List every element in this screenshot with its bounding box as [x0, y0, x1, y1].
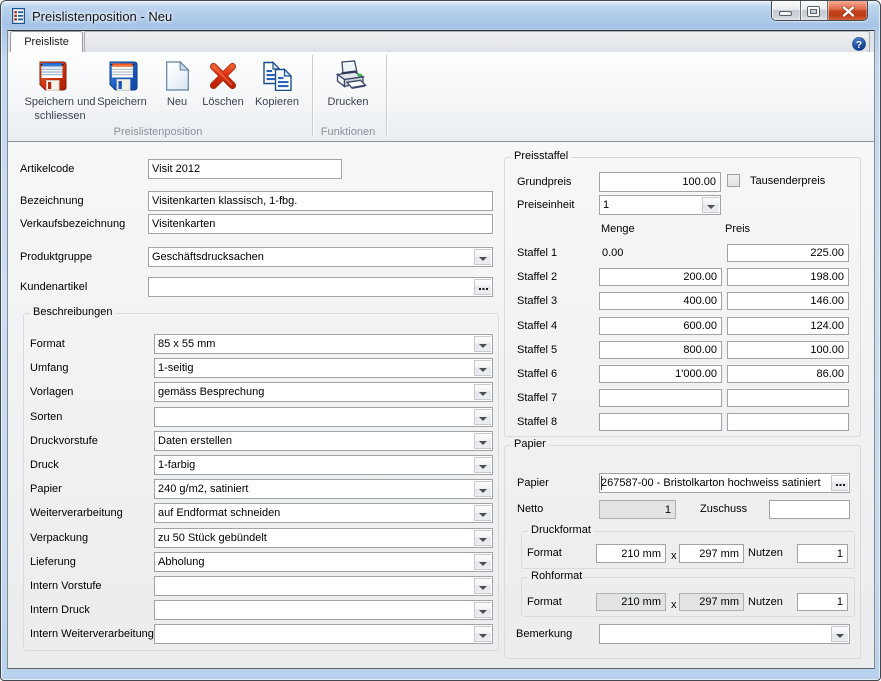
- svg-text:?: ?: [856, 39, 862, 51]
